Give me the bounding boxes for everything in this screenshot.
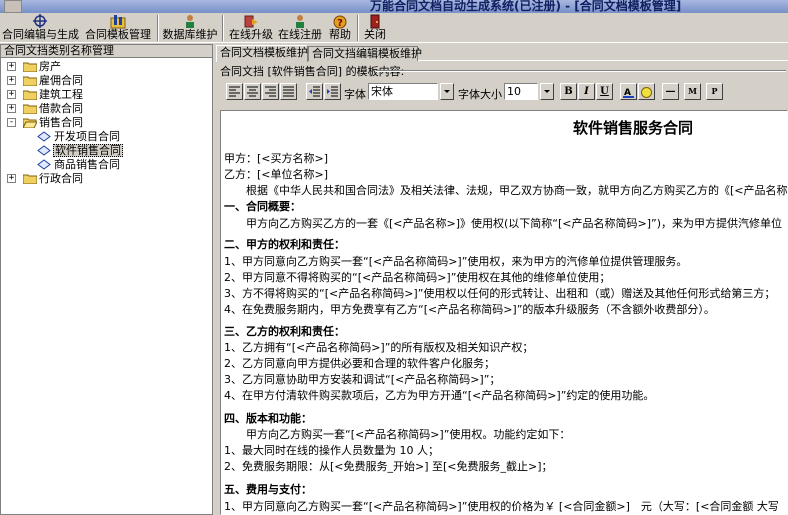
align-right-button[interactable] xyxy=(262,83,279,100)
folder-icon xyxy=(23,104,37,114)
doc-line: 1、最大同时在线的操作人员数量为 10 人； xyxy=(224,444,439,457)
expand-toggle[interactable]: + xyxy=(7,90,16,99)
folder-icon xyxy=(23,174,37,184)
doc-line: 2、免费服务期限：从[<免费服务_开始>] 至[<免费服务_截止>]； xyxy=(224,460,553,473)
doc-section-heading: 五、费用与支付： xyxy=(224,483,312,496)
contract-edit-generate-button[interactable]: 合同编辑与生成 xyxy=(2,13,79,43)
toolbar-separator xyxy=(222,15,224,41)
font-color-icon: A xyxy=(623,88,634,98)
italic-button[interactable]: I xyxy=(578,83,595,100)
doc-line: 甲方：[<买方名称>] xyxy=(224,152,329,165)
align-justify-button[interactable] xyxy=(280,83,297,100)
formatting-toolbar: 字体 宋体 字体大小 10 B I U A — M P xyxy=(224,80,784,104)
doc-line: 甲方向乙方购买乙方的一套《[<产品名称>]》使用权(以下简称“[<产品名称简码>… xyxy=(224,217,783,230)
document-diamond-icon xyxy=(37,131,51,142)
expand-toggle[interactable]: + xyxy=(7,104,16,113)
doc-line: 2、乙方同意向甲方提供必要和合理的软件客户化服务； xyxy=(224,357,495,370)
tab-strip: 合同文档模板维护 合同文挡编辑模板维护 xyxy=(216,45,788,62)
expand-toggle[interactable]: + xyxy=(7,62,16,71)
compass-icon xyxy=(33,14,47,28)
open-folder-icon xyxy=(23,118,37,128)
align-center-button[interactable] xyxy=(244,83,261,100)
doc-line: 根据《中华人民共和国合同法》及相关法律、法规，甲乙双方协商一致，就甲方向乙方购买… xyxy=(224,184,788,197)
template-management-button[interactable]: 合同模板管理 xyxy=(83,13,153,43)
chevron-down-icon xyxy=(544,90,550,93)
doc-line: 乙方：[<单位名称>] xyxy=(224,168,329,181)
category-panel-header: 合同文挡类别名称管理 xyxy=(1,45,212,58)
tab-template-maintenance[interactable]: 合同文档模板维护 xyxy=(216,45,308,62)
outdent-icon xyxy=(309,86,320,97)
folder-chart-icon xyxy=(110,15,126,29)
folder-icon xyxy=(23,62,37,72)
expand-toggle[interactable]: + xyxy=(7,174,16,183)
main-toolbar: 合同编辑与生成 合同模板管理 数据库维护 在线升级 在线注册 ? 帮助 关闭 xyxy=(0,13,788,43)
folder-icon xyxy=(23,90,37,100)
outdent-button[interactable] xyxy=(306,83,323,100)
title-bar: 万能合同文档自动生成系统(已注册) - [合同文档模板管理] xyxy=(0,0,788,13)
align-right-icon xyxy=(265,86,276,97)
doc-line: 4、在甲方付清软件购买款项后，乙方为甲方开通“[<产品名称简码>]”约定的使用功… xyxy=(224,389,655,402)
toolbar-separator xyxy=(357,15,359,41)
doc-line: 4、在免费服务期内，甲方免费享有乙方“[<产品名称简码>]”的版本升级服务（不含… xyxy=(224,303,715,316)
template-document[interactable]: 软件销售服务合同 甲方：[<买方名称>] 乙方：[<单位名称>] 根据《中华人民… xyxy=(220,110,788,515)
online-register-button[interactable]: 在线注册 xyxy=(276,13,324,43)
doc-line: 1、乙方拥有“[<产品名称简码>]”的所有版权及相关知识产权； xyxy=(224,341,534,354)
chevron-down-icon xyxy=(444,90,450,93)
align-center-icon xyxy=(247,86,258,97)
align-left-icon xyxy=(229,86,240,97)
document-diamond-icon xyxy=(37,145,51,156)
toolbar-separator xyxy=(157,15,159,41)
font-size-label: 字体大小 xyxy=(458,88,502,101)
online-upgrade-button[interactable]: 在线升级 xyxy=(227,13,275,43)
template-editor-panel: 合同文档模板维护 合同文挡编辑模板维护 合同文挡 [软件销售合同] 的模板内容:… xyxy=(216,44,788,515)
collapse-toggle[interactable]: - xyxy=(7,118,16,127)
doc-section-heading: 一、合同概要： xyxy=(224,200,301,213)
user-register-icon xyxy=(296,15,304,28)
database-maintenance-button[interactable]: 数据库维护 xyxy=(161,13,219,43)
doc-line: 甲方向乙方购买一套“[<产品名称简码>]”使用权。功能约定如下： xyxy=(224,428,571,441)
indent-icon xyxy=(327,86,338,97)
doc-line: 3、乙方同意协助甲方安装和调试“[<产品名称简码>]”； xyxy=(224,373,501,386)
bold-button[interactable]: B xyxy=(560,83,577,100)
document-title: 软件销售服务合同 xyxy=(573,119,694,137)
font-label: 字体 xyxy=(344,88,366,101)
doc-line: 1、甲方同意向乙方购买一套“[<产品名称简码>]”使用权，来为甲方的汽修单位提供… xyxy=(224,255,688,268)
window-title: 万能合同文档自动生成系统(已注册) - [合同文档模板管理] xyxy=(370,0,682,13)
m-button[interactable]: M xyxy=(684,83,701,100)
help-button[interactable]: ? 帮助 xyxy=(327,13,353,43)
doc-line: 3、方不得将购买的“[<产品名称简码>]”使用权以任何的形式转让、出租和（或）赠… xyxy=(224,287,776,300)
help-icon: ? xyxy=(333,15,347,29)
doc-section-heading: 四、版本和功能： xyxy=(224,412,312,425)
font-size-dropdown-button[interactable] xyxy=(540,83,554,100)
app-icon[interactable] xyxy=(4,0,22,13)
align-left-button[interactable] xyxy=(226,83,243,100)
font-size-select[interactable]: 10 xyxy=(504,83,538,100)
doc-section-heading: 三、乙方的权利和责任： xyxy=(224,325,345,338)
align-justify-icon xyxy=(283,86,294,97)
highlight-icon xyxy=(641,87,652,98)
doc-line: 2、甲方同意不得将购买的“[<产品名称简码>]”使用权在其他的维修单位使用； xyxy=(224,271,611,284)
highlight-button[interactable] xyxy=(638,83,655,100)
folder-icon xyxy=(23,76,37,86)
underline-button[interactable]: U xyxy=(596,83,613,100)
indent-button[interactable] xyxy=(324,83,341,100)
close-button[interactable]: 关闭 xyxy=(362,13,388,43)
font-color-button[interactable]: A xyxy=(620,83,637,100)
doc-section-heading: 二、甲方的权利和责任： xyxy=(224,238,345,251)
group-divider xyxy=(376,70,786,72)
online-upgrade-icon xyxy=(244,15,258,28)
document-diamond-icon xyxy=(37,159,51,170)
p-button[interactable]: P xyxy=(706,83,723,100)
category-panel: 合同文挡类别名称管理 + 房产 + 雇佣合同 + 建筑工程 + 借款合同 - 销… xyxy=(0,44,213,515)
tab-edit-template-maintenance[interactable]: 合同文挡编辑模板维护 xyxy=(308,46,422,61)
user-database-icon xyxy=(186,15,194,28)
horizontal-line-button[interactable]: — xyxy=(662,83,679,100)
font-dropdown-button[interactable] xyxy=(440,83,454,100)
font-select[interactable]: 宋体 xyxy=(368,83,438,100)
doc-line: 1、甲方同意向乙方购买一套“[<产品名称简码>]”使用权的价格为￥ [<合同金额… xyxy=(224,500,779,513)
close-door-icon xyxy=(370,14,380,29)
expand-toggle[interactable]: + xyxy=(7,76,16,85)
